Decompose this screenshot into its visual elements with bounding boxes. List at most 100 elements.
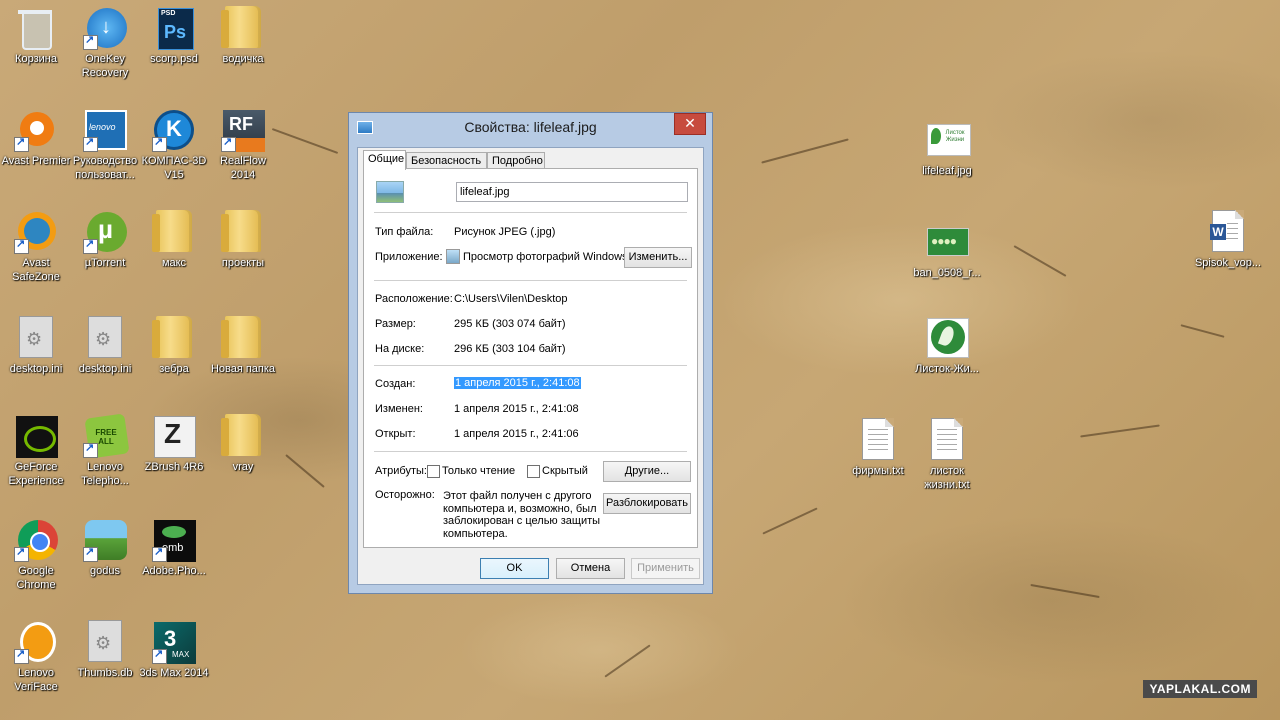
tab-details[interactable]: Подробно (487, 152, 545, 169)
folder-icon (152, 210, 196, 254)
desktop-icon-onekey-recovery[interactable]: ↓ OneKey Recovery (69, 6, 141, 80)
desktop-icon-zebra[interactable]: зебра (138, 316, 210, 376)
desktop-icon-lenovo-manual[interactable]: lenovo Руководство пользоват... (69, 108, 141, 182)
shortcut-arrow-icon (83, 441, 98, 458)
icon-label: ZBrush 4R6 (144, 461, 204, 473)
icon-label: vray (232, 461, 254, 473)
readonly-checkbox[interactable] (427, 465, 440, 478)
desktop-icon-utorrent[interactable]: µ µTorrent (69, 210, 141, 270)
created-value[interactable]: 1 апреля 2015 г., 2:41:08 (454, 377, 581, 389)
desktop-icon-geforce[interactable]: GeForce Experience (0, 414, 72, 488)
desktop-icon-lenovo-veriface[interactable]: Lenovo VeriFace (0, 620, 72, 694)
shortcut-arrow-icon (152, 545, 167, 562)
shortcut-arrow-icon (83, 545, 98, 562)
icon-label: Avast Premier (1, 155, 71, 167)
lenovo-manual-icon: lenovo (83, 108, 127, 152)
desktop-icon-lifeleaf-jpg[interactable]: Листок Жизни lifeleaf.jpg (911, 118, 983, 178)
icon-label: Adobe.Pho... (142, 565, 206, 577)
word-file-icon: W (1206, 210, 1250, 254)
general-panel: lifeleaf.jpg Тип файла: Рисунок JPEG (.j… (363, 168, 698, 548)
kompas-icon: K (152, 108, 196, 152)
desktop-icon-avast-safezone[interactable]: Avast SafeZone (0, 210, 72, 284)
desktop-icon-vray[interactable]: vray (207, 414, 279, 474)
caution-text: Этот файл получен с другого компьютера и… (443, 490, 601, 540)
icon-label: Lenovo VeriFace (14, 667, 58, 693)
desktop-icon-desktop-ini-2[interactable]: ⚙ desktop.ini (69, 316, 141, 376)
desktop-icon-google-chrome[interactable]: Google Chrome (0, 518, 72, 592)
type-label: Тип файла: (375, 226, 434, 238)
desktop-icon-zbrush[interactable]: Z ZBrush 4R6 (138, 414, 210, 474)
tab-security[interactable]: Безопасность (406, 152, 487, 169)
unblock-button[interactable]: Разблокировать (603, 493, 691, 514)
location-label: Расположение: (375, 293, 453, 305)
size-value: 295 КБ (303 074 байт) (454, 318, 566, 330)
desktop-icon-lenovo-telephony[interactable]: FREE ALL Lenovo Telepho... (69, 413, 141, 488)
ok-button[interactable]: OK (480, 558, 549, 579)
dialog-titlebar[interactable]: Свойства: lifeleaf.jpg ✕ (349, 113, 712, 141)
opened-value: 1 апреля 2015 г., 2:41:06 (454, 428, 579, 440)
hidden-checkbox[interactable] (527, 465, 540, 478)
watermark: YAPLAKAL.COM (1143, 680, 1257, 698)
shortcut-arrow-icon (152, 647, 167, 664)
desktop-icon-firmy-txt[interactable]: фирмы.txt (842, 418, 914, 478)
text-file-icon (856, 418, 900, 462)
desktop-icon-kompas[interactable]: K КОМПАС-3D V15 (138, 108, 210, 182)
shortcut-arrow-icon (221, 135, 236, 152)
dialog-body: Общие Безопасность Подробно lifeleaf.jpg… (357, 147, 704, 585)
shortcut-arrow-icon (14, 237, 29, 254)
desktop-icon-avast-premier[interactable]: Avast Premier (0, 108, 72, 168)
desktop-icon-3dsmax[interactable]: 3 MAX 3ds Max 2014 (138, 620, 210, 680)
icon-label: ban_0508_r... (913, 267, 981, 279)
properties-dialog[interactable]: Свойства: lifeleaf.jpg ✕ Общие Безопасно… (348, 112, 713, 594)
icon-label: desktop.ini (9, 363, 63, 375)
file-name-input[interactable]: lifeleaf.jpg (456, 182, 688, 202)
desktop-icon-realflow[interactable]: RF RealFlow 2014 (207, 108, 279, 182)
photo-viewer-icon (446, 249, 460, 264)
tab-general[interactable]: Общие (363, 150, 406, 170)
image-file-icon (376, 181, 404, 203)
desktop-icon-spisok-vop[interactable]: W Spisok_vop... (1192, 210, 1264, 270)
desktop-icon-listok-zhi[interactable]: Листок-Жи... (911, 316, 983, 376)
icon-label: lifeleaf.jpg (922, 165, 972, 177)
hidden-label: Скрытый (542, 465, 588, 477)
desktop-icon-novaya-papka[interactable]: Новая папка (207, 316, 279, 376)
icon-label: scorp.psd (150, 53, 198, 65)
desktop-icon-desktop-ini-1[interactable]: ⚙ desktop.ini (0, 316, 72, 376)
attributes-label: Атрибуты: (375, 465, 427, 477)
app-value: Просмотр фотографий Windows (463, 251, 628, 263)
shortcut-arrow-icon (83, 33, 98, 50)
desktop-icon-godus[interactable]: godus (69, 518, 141, 578)
modified-label: Изменен: (375, 403, 423, 415)
icon-label: godus (90, 565, 120, 577)
lenovo-telephony-icon: FREE ALL (83, 413, 130, 459)
other-attributes-button[interactable]: Другие... (603, 461, 691, 482)
desktop-icon-proekty[interactable]: проекты (207, 210, 279, 270)
created-label: Создан: (375, 378, 416, 390)
desktop-icon-scorp-psd[interactable]: PSD Ps scorp.psd (138, 6, 210, 66)
opened-label: Открыт: (375, 428, 416, 440)
zbrush-icon: Z (152, 414, 196, 458)
settings-file-icon: ⚙ (14, 316, 58, 360)
desktop-icon-thumbs-db[interactable]: ⚙ Thumbs.db (69, 620, 141, 680)
close-button[interactable]: ✕ (674, 113, 706, 135)
desktop-icon-recycle-bin[interactable]: Корзина (0, 6, 72, 66)
change-button[interactable]: Изменить... (624, 247, 692, 268)
folder-icon (221, 6, 265, 50)
desktop-icon-adobe-pho[interactable]: emb Adobe.Pho... (138, 518, 210, 578)
icon-label: листок жизни.txt (924, 465, 970, 491)
recycle-bin-icon (14, 6, 58, 50)
desktop-icon-listok-zhizni-txt[interactable]: листок жизни.txt (911, 418, 983, 492)
icon-label: OneKey Recovery (81, 53, 129, 79)
desktop-icon-vodichka[interactable]: водичка (207, 6, 279, 66)
apply-button[interactable]: Применить (631, 558, 700, 579)
icon-label: макс (161, 257, 187, 269)
desktop-icon-maks[interactable]: макс (138, 210, 210, 270)
icon-label: µTorrent (84, 257, 126, 269)
desktop-icon-ban-0508[interactable]: ●●●● ban_0508_r... (911, 220, 983, 280)
chrome-icon (14, 518, 58, 562)
dialog-title: Свойства: lifeleaf.jpg (464, 119, 597, 135)
readonly-label: Только чтение (442, 465, 516, 477)
cancel-button[interactable]: Отмена (556, 558, 625, 579)
shortcut-arrow-icon (83, 135, 98, 152)
icon-label: Lenovo Telepho... (81, 461, 129, 487)
